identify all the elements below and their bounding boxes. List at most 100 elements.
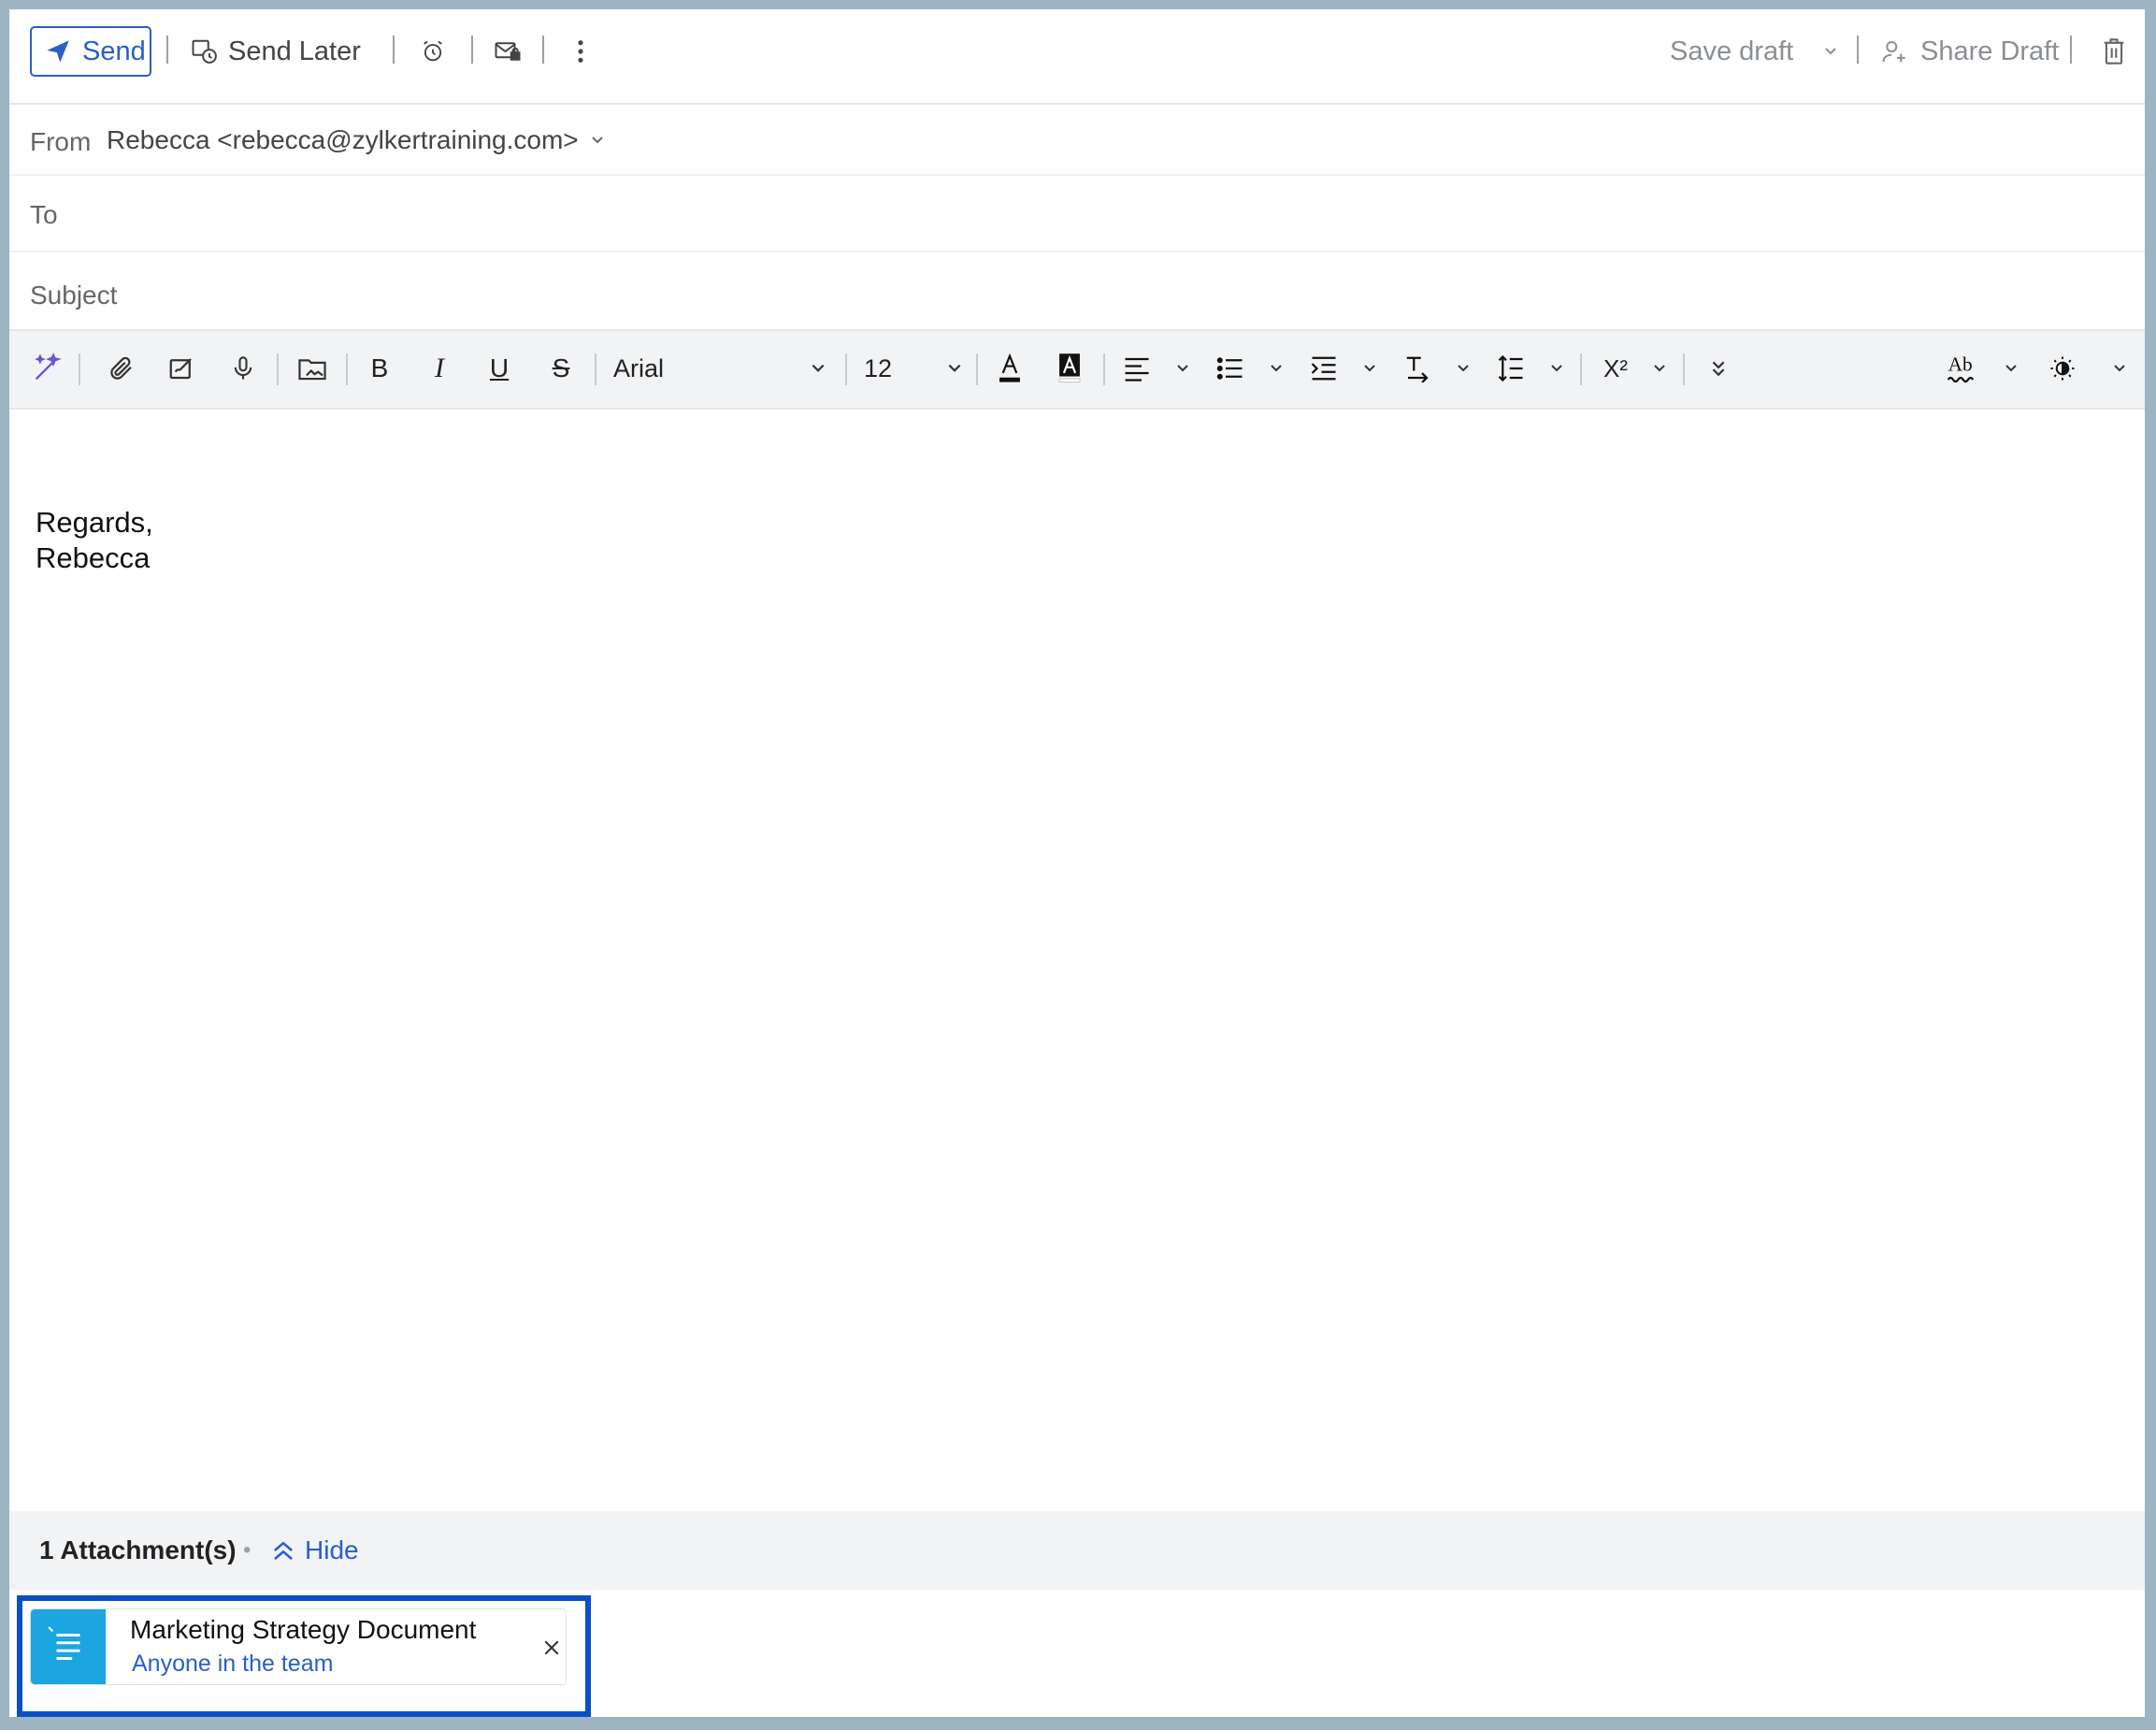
document-icon xyxy=(31,1609,106,1684)
script-dropdown[interactable] xyxy=(1649,352,1670,385)
send-later-label: Send Later xyxy=(228,36,361,66)
delete-draft-button[interactable] xyxy=(2096,34,2132,69)
insert-image-button[interactable] xyxy=(294,350,331,387)
align-dropdown[interactable] xyxy=(1172,352,1193,385)
send-icon xyxy=(47,40,69,63)
divider xyxy=(471,36,473,64)
divider xyxy=(2070,36,2072,64)
underline-icon: U xyxy=(489,353,510,382)
schedule-clock-icon xyxy=(192,39,217,64)
line-spacing-button[interactable] xyxy=(1492,350,1530,387)
list-dropdown[interactable] xyxy=(1266,352,1286,385)
bold-button[interactable]: B xyxy=(361,350,398,387)
mail-lock-icon xyxy=(495,42,521,61)
signature-button[interactable] xyxy=(163,350,200,387)
font-size-value: 12 xyxy=(864,353,893,382)
divider xyxy=(1857,36,1859,64)
signature: Regards, Rebecca xyxy=(36,505,153,576)
alarm-clock-icon xyxy=(424,40,442,62)
divider xyxy=(845,353,847,385)
attachment-share-permission[interactable]: Anyone in the team xyxy=(132,1651,333,1678)
highlight-color-button[interactable] xyxy=(1051,350,1088,387)
chevron-down-icon xyxy=(1654,365,1665,372)
text-direction-icon xyxy=(1406,356,1429,382)
chevron-down-icon xyxy=(812,364,825,372)
bullet-list-button[interactable] xyxy=(1212,350,1249,387)
attachment-name: Marketing Strategy Document xyxy=(130,1615,477,1644)
more-options-button[interactable] xyxy=(563,34,598,69)
chevron-down-icon xyxy=(591,137,603,144)
divider xyxy=(976,353,978,385)
indent-dropdown[interactable] xyxy=(1359,352,1380,385)
chevron-down-icon xyxy=(2114,365,2125,372)
align-button[interactable] xyxy=(1118,350,1156,387)
hide-label: Hide xyxy=(305,1535,359,1564)
double-chevron-up-icon xyxy=(274,1541,293,1561)
italic-button[interactable]: I xyxy=(421,350,458,387)
compose-window: Send Send Later Save draft Share Draft F… xyxy=(9,9,2145,1717)
attachments-list: Marketing Strategy Document Anyone in th… xyxy=(9,1590,2145,1717)
share-draft-label: Share Draft xyxy=(1920,36,2060,66)
toolbar-collapse-dropdown[interactable] xyxy=(2109,352,2130,385)
superscript-button[interactable]: X² xyxy=(1597,350,1634,387)
background-color-icon xyxy=(1058,353,1081,383)
from-label: From xyxy=(30,127,92,156)
signature-icon xyxy=(169,358,192,380)
signature-closing: Regards, xyxy=(36,506,153,539)
send-later-button[interactable]: Send Later xyxy=(191,26,361,77)
strikethrough-button[interactable]: S xyxy=(542,350,580,387)
hide-attachments-link[interactable]: Hide xyxy=(271,1532,359,1569)
divider xyxy=(393,36,395,64)
chevron-down-icon xyxy=(2005,365,2017,372)
chevron-down-icon xyxy=(1177,365,1188,372)
save-draft-button[interactable]: Save draft xyxy=(1670,26,1793,77)
align-left-icon xyxy=(1125,357,1149,382)
reminder-button[interactable] xyxy=(415,34,451,69)
spell-check-button[interactable]: Ab xyxy=(1943,350,1986,387)
superscript-icon: X² xyxy=(1603,353,1628,382)
font-family-select[interactable]: Arial xyxy=(602,350,826,387)
to-label: To xyxy=(30,200,58,229)
close-icon xyxy=(544,1640,559,1655)
double-chevron-down-icon xyxy=(1712,361,1725,377)
theme-toggle-button[interactable] xyxy=(2044,350,2081,387)
subject-label: Subject xyxy=(30,281,118,310)
from-selector[interactable]: Rebecca <rebecca@zylkertraining.com> xyxy=(107,125,605,155)
to-field[interactable]: To xyxy=(9,176,2145,252)
text-direction-button[interactable] xyxy=(1399,350,1436,387)
font-family-value: Arial xyxy=(613,353,665,382)
voice-input-button[interactable] xyxy=(224,350,262,387)
send-button[interactable]: Send xyxy=(30,26,151,77)
attachment-item[interactable]: Marketing Strategy Document Anyone in th… xyxy=(30,1608,567,1685)
divider xyxy=(346,353,348,385)
chevron-down-icon xyxy=(1551,365,1562,372)
folder-image-icon xyxy=(298,359,326,381)
divider xyxy=(1580,353,1582,385)
attach-button[interactable] xyxy=(103,350,140,387)
secure-mail-button[interactable] xyxy=(490,34,525,69)
font-size-select[interactable]: 12 xyxy=(853,350,963,387)
remove-attachment-button[interactable] xyxy=(536,1632,568,1664)
bullet-list-icon xyxy=(1216,357,1243,380)
attachments-header: 1 Attachment(s) • Hide xyxy=(9,1511,2145,1590)
subject-field[interactable]: Subject xyxy=(9,252,2145,327)
save-draft-dropdown[interactable] xyxy=(1812,34,1849,69)
indent-icon xyxy=(1311,356,1336,381)
text-color-button[interactable] xyxy=(991,350,1028,387)
divider xyxy=(595,353,596,385)
underline-button[interactable]: U xyxy=(481,350,518,387)
more-vertical-icon xyxy=(578,40,583,63)
spacing-dropdown[interactable] xyxy=(1546,352,1567,385)
message-body-editor[interactable]: Regards, Rebecca xyxy=(9,408,2145,1511)
chevron-down-icon xyxy=(1458,365,1469,372)
divider xyxy=(1683,353,1685,385)
spell-check-dropdown[interactable] xyxy=(2001,352,2021,385)
direction-dropdown[interactable] xyxy=(1453,352,1473,385)
paperclip-icon xyxy=(110,356,132,380)
indent-button[interactable] xyxy=(1305,350,1343,387)
brightness-icon xyxy=(2050,356,2075,381)
ai-assist-button[interactable] xyxy=(28,350,65,387)
divider xyxy=(542,36,544,64)
share-draft-button[interactable]: Share Draft xyxy=(1881,26,2059,77)
more-formatting-button[interactable] xyxy=(1700,350,1737,387)
